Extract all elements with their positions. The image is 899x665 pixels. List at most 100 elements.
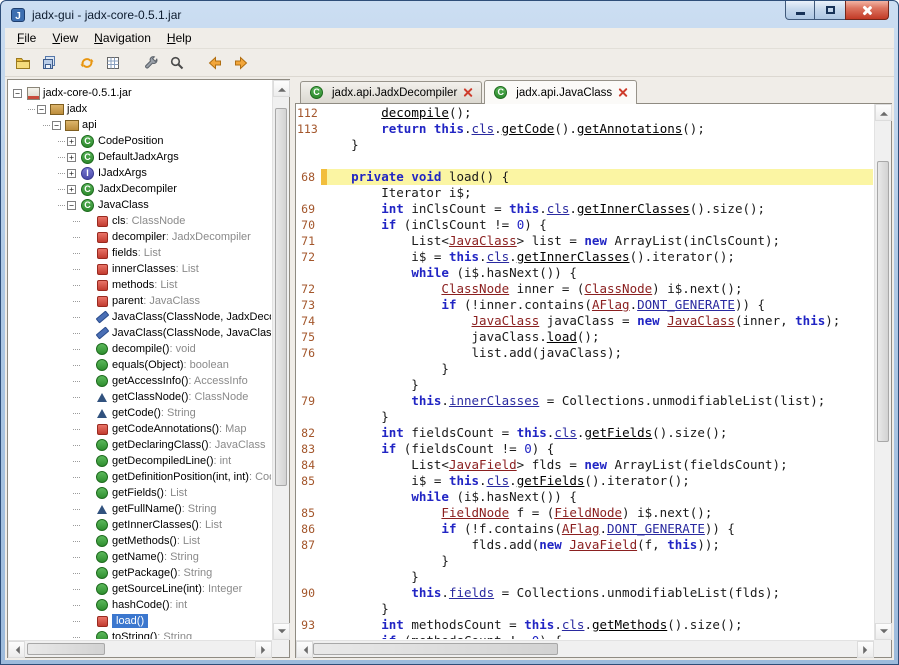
tab-jadx-api-javaclass[interactable]: Cjadx.api.JavaClass bbox=[484, 80, 637, 104]
collapse-handle[interactable]: − bbox=[52, 121, 61, 130]
code-line[interactable]: 86 if (!f.contains(AFlag.DONT_GENERATE))… bbox=[297, 521, 873, 537]
tree-item-cls[interactable]: cls : ClassNode bbox=[9, 213, 271, 229]
tree-item-getdecompiledline[interactable]: getDecompiledLine() : int bbox=[9, 453, 271, 469]
scroll-thumb[interactable] bbox=[275, 108, 287, 487]
scroll-up-arrow[interactable] bbox=[273, 80, 290, 97]
tree-item-ijadxargs[interactable]: +IIJadxArgs bbox=[9, 165, 271, 181]
code-line[interactable]: 85 FieldNode f = (FieldNode) i$.next(); bbox=[297, 505, 873, 521]
tree-item-equals-object[interactable]: equals(Object) : boolean bbox=[9, 357, 271, 373]
tree-item-defaultjadxargs[interactable]: +CDefaultJadxArgs bbox=[9, 149, 271, 165]
scroll-track[interactable] bbox=[25, 641, 255, 657]
search-button[interactable] bbox=[165, 51, 189, 75]
tree-horizontal-scrollbar[interactable] bbox=[8, 640, 272, 657]
tree-item-api[interactable]: −api bbox=[9, 117, 271, 133]
minimize-button[interactable] bbox=[785, 1, 815, 20]
scroll-right-arrow[interactable] bbox=[857, 641, 874, 658]
code-line[interactable]: 112 decompile(); bbox=[297, 105, 873, 121]
code-line[interactable]: } bbox=[297, 137, 873, 153]
back-button[interactable] bbox=[203, 51, 227, 75]
scroll-left-arrow[interactable] bbox=[8, 641, 25, 658]
code-line[interactable] bbox=[297, 153, 873, 169]
code-line[interactable]: 74 JavaClass javaClass = new JavaClass(i… bbox=[297, 313, 873, 329]
tree-vertical-scrollbar[interactable] bbox=[272, 80, 289, 640]
code-line[interactable]: 76 list.add(javaClass); bbox=[297, 345, 873, 361]
scroll-thumb[interactable] bbox=[313, 643, 558, 655]
tree-item-hashcode[interactable]: hashCode() : int bbox=[9, 597, 271, 613]
scroll-track[interactable] bbox=[273, 97, 289, 623]
open-file-button[interactable] bbox=[11, 51, 35, 75]
code-line[interactable]: if (methodsCount != 0) { bbox=[297, 633, 873, 639]
code-line[interactable]: while (i$.hasNext()) { bbox=[297, 489, 873, 505]
tab-jadx-api-jadxdecompiler[interactable]: Cjadx.api.JadxDecompiler bbox=[300, 81, 482, 103]
tree-item-decompile[interactable]: decompile() : void bbox=[9, 341, 271, 357]
code-line[interactable]: } bbox=[297, 361, 873, 377]
tree-item-jadx-core-0-5-1-jar[interactable]: −jadx-core-0.5.1.jar bbox=[9, 85, 271, 101]
scroll-right-arrow[interactable] bbox=[255, 641, 272, 658]
tree-item-innerclasses[interactable]: innerClasses : List bbox=[9, 261, 271, 277]
menu-item-help[interactable]: Help bbox=[159, 29, 200, 47]
code-viewport[interactable]: 112 decompile();113 return this.cls.getC… bbox=[297, 105, 873, 639]
tree-item-tostring[interactable]: toString() : String bbox=[9, 629, 271, 639]
expand-handle[interactable]: + bbox=[67, 185, 76, 194]
tree-item-jadxdecompiler[interactable]: +CJadxDecompiler bbox=[9, 181, 271, 197]
tree-item-getcode[interactable]: getCode() : String bbox=[9, 405, 271, 421]
tree-item-getfields[interactable]: getFields() : List bbox=[9, 485, 271, 501]
code-line[interactable]: 83 if (fieldsCount != 0) { bbox=[297, 441, 873, 457]
code-line[interactable]: while (i$.hasNext()) { bbox=[297, 265, 873, 281]
preferences-button[interactable] bbox=[139, 51, 163, 75]
code-line[interactable]: } bbox=[297, 601, 873, 617]
code-line[interactable]: 68 private void load() { bbox=[297, 169, 873, 185]
maximize-button[interactable] bbox=[815, 1, 845, 20]
tree-item-jadx[interactable]: −jadx bbox=[9, 101, 271, 117]
tree-item-getdeclaringclass[interactable]: getDeclaringClass() : JavaClass bbox=[9, 437, 271, 453]
scroll-thumb[interactable] bbox=[877, 161, 889, 442]
title-bar[interactable]: J jadx-gui - jadx-core-0.5.1.jar bbox=[1, 1, 898, 28]
collapse-handle[interactable]: − bbox=[67, 201, 76, 210]
code-line[interactable]: 70 if (inClsCount != 0) { bbox=[297, 217, 873, 233]
menu-item-navigation[interactable]: Navigation bbox=[86, 29, 159, 47]
scroll-track[interactable] bbox=[875, 121, 891, 623]
code-line[interactable]: } bbox=[297, 377, 873, 393]
menu-item-view[interactable]: View bbox=[44, 29, 86, 47]
editor-vertical-scrollbar[interactable] bbox=[874, 104, 891, 640]
code-line[interactable]: 90 this.fields = Collections.unmodifiabl… bbox=[297, 585, 873, 601]
scroll-left-arrow[interactable] bbox=[296, 641, 313, 658]
code-line[interactable]: } bbox=[297, 553, 873, 569]
tree-item-getcodeannotations[interactable]: getCodeAnnotations() : Map bbox=[9, 421, 271, 437]
tree-item-getaccessinfo[interactable]: getAccessInfo() : AccessInfo bbox=[9, 373, 271, 389]
forward-button[interactable] bbox=[229, 51, 253, 75]
tree-item-getmethods[interactable]: getMethods() : List bbox=[9, 533, 271, 549]
collapse-handle[interactable]: − bbox=[37, 105, 46, 114]
expand-handle[interactable]: + bbox=[67, 169, 76, 178]
tree-item-javaclass-classnode-javaclass[interactable]: JavaClass(ClassNode, JavaClass) bbox=[9, 325, 271, 341]
code-line[interactable]: 69 int inClsCount = this.cls.getInnerCla… bbox=[297, 201, 873, 217]
scroll-up-arrow[interactable] bbox=[875, 104, 892, 121]
tree-item-parent[interactable]: parent : JavaClass bbox=[9, 293, 271, 309]
code-line[interactable]: 75 javaClass.load(); bbox=[297, 329, 873, 345]
code-line[interactable]: 71 List<JavaClass> list = new ArrayList(… bbox=[297, 233, 873, 249]
menu-item-file[interactable]: File bbox=[9, 29, 44, 47]
close-tab-icon[interactable] bbox=[617, 87, 628, 98]
tree-item-getname[interactable]: getName() : String bbox=[9, 549, 271, 565]
tree-item-load[interactable]: load() bbox=[9, 613, 271, 629]
editor-horizontal-scrollbar[interactable] bbox=[296, 640, 874, 657]
flatten-packages-button[interactable] bbox=[101, 51, 125, 75]
code-line[interactable]: Iterator i$; bbox=[297, 185, 873, 201]
tree-item-getinnerclasses[interactable]: getInnerClasses() : List bbox=[9, 517, 271, 533]
collapse-handle[interactable]: − bbox=[13, 89, 22, 98]
code-line[interactable]: 85 i$ = this.cls.getFields().iterator(); bbox=[297, 473, 873, 489]
tree-item-getclassnode[interactable]: getClassNode() : ClassNode bbox=[9, 389, 271, 405]
tree-item-javaclass-classnode-jadxdecom[interactable]: JavaClass(ClassNode, JadxDecom bbox=[9, 309, 271, 325]
tree-item-getsourceline-int[interactable]: getSourceLine(int) : Integer bbox=[9, 581, 271, 597]
tree-item-decompiler[interactable]: decompiler : JadxDecompiler bbox=[9, 229, 271, 245]
code-line[interactable]: 87 flds.add(new JavaField(f, this)); bbox=[297, 537, 873, 553]
sync-button[interactable] bbox=[75, 51, 99, 75]
code-line[interactable]: 82 int fieldsCount = this.cls.getFields(… bbox=[297, 425, 873, 441]
code-line[interactable]: 72 i$ = this.cls.getInnerClasses().itera… bbox=[297, 249, 873, 265]
code-line[interactable]: } bbox=[297, 409, 873, 425]
scroll-thumb[interactable] bbox=[27, 643, 105, 655]
tree-item-getfullname[interactable]: getFullName() : String bbox=[9, 501, 271, 517]
scroll-track[interactable] bbox=[313, 641, 857, 657]
tree-item-getpackage[interactable]: getPackage() : String bbox=[9, 565, 271, 581]
tree-item-codeposition[interactable]: +CCodePosition bbox=[9, 133, 271, 149]
